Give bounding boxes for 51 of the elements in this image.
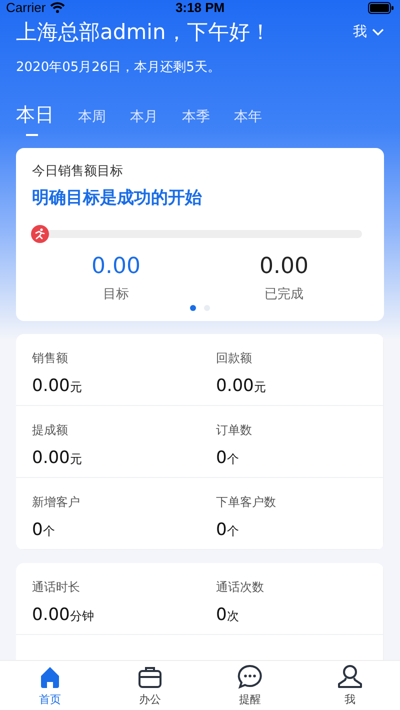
stat-value: 0.00	[216, 376, 254, 396]
stat-unit: 元	[254, 379, 266, 396]
stat-unit: 次	[226, 608, 239, 625]
stat-value: 0.00	[32, 605, 70, 625]
stat-label: 提成额	[32, 422, 69, 439]
stat-unit: 元	[70, 379, 82, 396]
completed-value: 0.00	[260, 254, 308, 279]
period-tab[interactable]: 本年	[230, 108, 272, 136]
period-tab[interactable]: 本季	[178, 108, 220, 136]
stat-value: 0	[32, 520, 43, 540]
wifi-icon	[50, 2, 65, 13]
chat-bubble-icon	[237, 664, 263, 690]
carrier-label: Carrier	[6, 0, 46, 15]
period-tab[interactable]: 本月	[126, 108, 168, 136]
slogan: 明确目标是成功的开始	[32, 187, 203, 209]
status-time: 3:18 PM	[175, 0, 225, 15]
completed-label: 已完成	[264, 286, 304, 303]
stat-label: 回款额	[216, 350, 253, 367]
briefcase-icon	[137, 664, 163, 690]
stat-value: 0	[216, 448, 227, 468]
stat-unit: 个	[226, 523, 239, 540]
card-title: 今日销售额目标	[32, 163, 124, 180]
target-value: 0.00	[92, 254, 140, 279]
nav-tab[interactable]: 首页	[0, 661, 100, 710]
stat-label: 通话时长	[32, 579, 81, 596]
nav-tab[interactable]: 我	[300, 661, 400, 710]
period-tab[interactable]: 本周	[74, 108, 116, 136]
stat-value: 0	[216, 520, 227, 540]
stat-value: 0	[216, 605, 227, 625]
stat-label: 下单客户数	[216, 494, 277, 511]
stat-label: 通话次数	[216, 579, 265, 596]
target-label: 目标	[103, 286, 129, 303]
greeting-title: 上海总部admin，下午好！	[16, 19, 271, 46]
nav-tab[interactable]: 办公	[100, 661, 200, 710]
stat-unit: 个	[226, 451, 239, 468]
period-tab[interactable]: 本日	[12, 102, 64, 136]
stat-unit: 元	[70, 451, 82, 468]
stat-unit: 个	[42, 523, 55, 540]
stat-label: 销售额	[32, 350, 69, 367]
battery-icon	[368, 2, 394, 14]
nav-tab[interactable]: 提醒	[200, 661, 300, 710]
date-summary: 2020年05月26日，本月还剩5天。	[16, 59, 222, 76]
stat-label: 订单数	[216, 422, 253, 439]
user-menu[interactable]: 我	[353, 23, 384, 41]
chevron-down-icon	[372, 28, 384, 36]
stat-value: 0.00	[32, 376, 70, 396]
stat-value: 0.00	[32, 448, 70, 468]
person-icon	[337, 664, 363, 690]
stat-unit: 分钟	[70, 608, 94, 625]
page-dot[interactable]	[190, 305, 196, 311]
stat-label: 新增客户	[32, 494, 81, 511]
